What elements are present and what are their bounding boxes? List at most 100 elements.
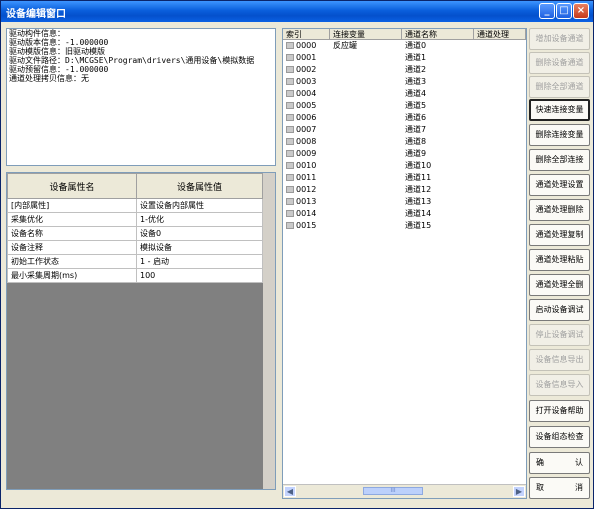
channel-index[interactable]: 0015 bbox=[286, 220, 316, 232]
channel-row[interactable]: 0006 通道6 bbox=[283, 112, 526, 124]
channel-index[interactable]: 0008 bbox=[286, 136, 316, 148]
props-scrollbar[interactable] bbox=[263, 173, 275, 489]
action-button[interactable]: 删除全部连接 bbox=[529, 149, 590, 171]
channel-name[interactable]: 通道5 bbox=[405, 100, 426, 112]
channel-index[interactable]: 0002 bbox=[286, 64, 316, 76]
action-button[interactable]: 增加设备通道 bbox=[529, 28, 590, 50]
maximize-icon[interactable]: □ bbox=[556, 3, 572, 19]
device-properties-grid: 设备属性名 设备属性值 [内部属性] 设置设备内部属性 采集优化 1-优化 设备名称… bbox=[6, 172, 276, 490]
channel-row[interactable]: 0014 通道14 bbox=[283, 208, 526, 220]
channel-row[interactable]: 0013 通道13 bbox=[283, 196, 526, 208]
channel-name[interactable]: 通道13 bbox=[405, 196, 431, 208]
prop-value[interactable]: 设备0 bbox=[136, 226, 263, 241]
channel-name[interactable]: 通道2 bbox=[405, 64, 426, 76]
channel-index[interactable]: 0010 bbox=[286, 160, 316, 172]
action-button[interactable]: 通道处理复制 bbox=[529, 224, 590, 246]
action-button[interactable]: 取 消 bbox=[529, 477, 590, 499]
channel-name[interactable]: 通道9 bbox=[405, 148, 426, 160]
close-icon[interactable]: × bbox=[573, 3, 589, 19]
channel-name[interactable]: 通道0 bbox=[405, 40, 426, 52]
minimize-icon[interactable]: _ bbox=[539, 3, 555, 19]
action-button[interactable]: 通道处理全删 bbox=[529, 274, 590, 296]
action-button[interactable]: 启动设备调试 bbox=[529, 299, 590, 321]
channel-row[interactable]: 0005 通道5 bbox=[283, 100, 526, 112]
channel-index[interactable]: 0001 bbox=[286, 52, 316, 64]
channel-name[interactable]: 通道14 bbox=[405, 208, 431, 220]
channel-grid: 索引 连接变量 通道名称 通道处理 0000 反应罐 通道0 0001 通道1 0002 通… bbox=[282, 28, 527, 499]
channel-row[interactable]: 0010 通道10 bbox=[283, 160, 526, 172]
prop-value[interactable]: 模拟设备 bbox=[136, 240, 263, 255]
channel-index[interactable]: 0006 bbox=[286, 112, 316, 124]
action-button[interactable]: 停止设备调试 bbox=[529, 324, 590, 346]
action-button[interactable]: 打开设备帮助 bbox=[529, 400, 590, 422]
channel-name[interactable]: 通道6 bbox=[405, 112, 426, 124]
prop-value[interactable]: 1-优化 bbox=[136, 212, 263, 227]
action-button[interactable]: 确 认 bbox=[529, 452, 590, 474]
channel-index[interactable]: 0011 bbox=[286, 172, 316, 184]
prop-row[interactable]: 设备注释 模拟设备 bbox=[7, 240, 263, 255]
arrow-right-icon[interactable]: ▶ bbox=[513, 486, 525, 497]
action-button[interactable]: 通道处理粘贴 bbox=[529, 249, 590, 271]
prop-row[interactable]: 初始工作状态 1 - 启动 bbox=[7, 254, 263, 269]
action-button[interactable]: 通道处理删除 bbox=[529, 199, 590, 221]
prop-row[interactable]: [内部属性] 设置设备内部属性 bbox=[7, 198, 263, 213]
action-button[interactable]: 设备组态检查 bbox=[529, 426, 590, 448]
action-button[interactable]: 通道处理设置 bbox=[529, 174, 590, 196]
channel-index[interactable]: 0013 bbox=[286, 196, 316, 208]
channel-variable[interactable]: 反应罐 bbox=[333, 40, 357, 52]
channel-row[interactable]: 0000 反应罐 通道0 bbox=[283, 40, 526, 52]
channel-name[interactable]: 通道15 bbox=[405, 220, 431, 232]
channel-index[interactable]: 0014 bbox=[286, 208, 316, 220]
channel-name[interactable]: 通道4 bbox=[405, 88, 426, 100]
action-button[interactable]: 删除全部通道 bbox=[529, 76, 590, 98]
channel-row[interactable]: 0002 通道2 bbox=[283, 64, 526, 76]
channel-name[interactable]: 通道3 bbox=[405, 76, 426, 88]
channel-name[interactable]: 通道7 bbox=[405, 124, 426, 136]
prop-value[interactable]: 100 bbox=[136, 268, 263, 283]
channel-index[interactable]: 0012 bbox=[286, 184, 316, 196]
prop-row[interactable]: 采集优化 1-优化 bbox=[7, 212, 263, 227]
action-button[interactable]: 设备信息导入 bbox=[529, 374, 590, 396]
channel-index[interactable]: 0004 bbox=[286, 88, 316, 100]
scroll-thumb[interactable]: III bbox=[363, 487, 423, 495]
channel-row[interactable]: 0008 通道8 bbox=[283, 136, 526, 148]
col-header-index[interactable]: 索引 bbox=[283, 29, 330, 40]
channel-row[interactable]: 0009 通道9 bbox=[283, 148, 526, 160]
prop-name: [内部属性] bbox=[7, 198, 137, 213]
prop-row[interactable]: 设备名称 设备0 bbox=[7, 226, 263, 241]
channel-index-text: 0011 bbox=[296, 173, 317, 182]
channel-row[interactable]: 0004 通道4 bbox=[283, 88, 526, 100]
channel-row[interactable]: 0001 通道1 bbox=[283, 52, 526, 64]
action-button[interactable]: 设备信息导出 bbox=[529, 349, 590, 371]
col-header-channel-name[interactable]: 通道名称 bbox=[402, 29, 474, 40]
col-header-variable[interactable]: 连接变量 bbox=[330, 29, 402, 40]
window-title: 设备编辑窗口 bbox=[6, 9, 66, 20]
action-button[interactable]: 快速连接变量 bbox=[529, 99, 590, 121]
prop-value[interactable]: 1 - 启动 bbox=[136, 254, 263, 269]
channel-name[interactable]: 通道10 bbox=[405, 160, 431, 172]
channel-index[interactable]: 0009 bbox=[286, 148, 316, 160]
channel-row[interactable]: 0003 通道3 bbox=[283, 76, 526, 88]
driver-info-panel: 驱动构件信息： 驱动版本信息：-1.000000 驱动模版信息：旧驱动模版 驱动… bbox=[6, 28, 276, 166]
channel-index[interactable]: 0005 bbox=[286, 100, 316, 112]
arrow-left-icon[interactable]: ◀ bbox=[284, 486, 296, 497]
prop-value[interactable]: 设置设备内部属性 bbox=[136, 198, 263, 213]
channel-name[interactable]: 通道8 bbox=[405, 136, 426, 148]
channel-row[interactable]: 0011 通道11 bbox=[283, 172, 526, 184]
channel-name[interactable]: 通道11 bbox=[405, 172, 431, 184]
horizontal-scrollbar[interactable]: ◀ III ▶ bbox=[283, 484, 526, 498]
channel-name[interactable]: 通道12 bbox=[405, 184, 431, 196]
channel-index[interactable]: 0000 bbox=[286, 40, 316, 52]
col-header-channel-process[interactable]: 通道处理 bbox=[474, 29, 526, 40]
channel-name[interactable]: 通道1 bbox=[405, 52, 426, 64]
action-button[interactable]: 删除连接变量 bbox=[529, 124, 590, 146]
title-bar[interactable]: 设备编辑窗口 _ □ × bbox=[1, 1, 593, 22]
channel-index[interactable]: 0003 bbox=[286, 76, 316, 88]
channel-row[interactable]: 0015 通道15 bbox=[283, 220, 526, 232]
action-button[interactable]: 删除设备通道 bbox=[529, 52, 590, 74]
channel-row[interactable]: 0012 通道12 bbox=[283, 184, 526, 196]
channel-icon bbox=[286, 174, 294, 181]
prop-row[interactable]: 最小采集周期(ms) 100 bbox=[7, 268, 263, 283]
channel-index[interactable]: 0007 bbox=[286, 124, 316, 136]
channel-row[interactable]: 0007 通道7 bbox=[283, 124, 526, 136]
